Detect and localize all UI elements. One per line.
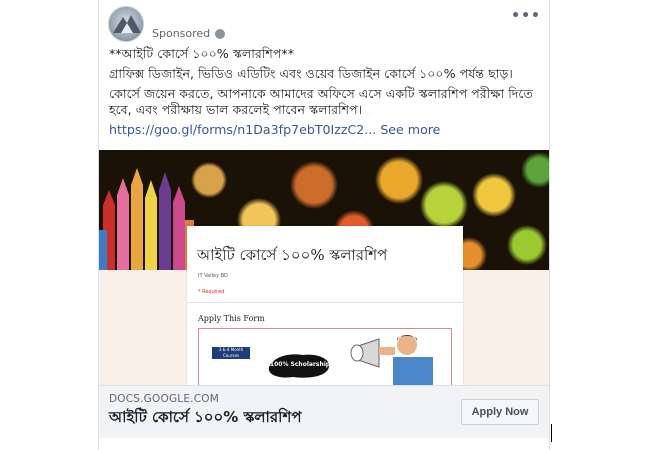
colored-pencils-image <box>99 150 194 270</box>
google-form-preview: আইটি কোর্সে ১০০% স্কলারশিপ IT Valley BD … <box>187 226 463 385</box>
form-banner: 3 & 4 Month Courses 100% Scholarship <box>198 328 452 385</box>
post-body-line2: কোর্সে জয়েন করতে, আপনাকে আমাদের অফিসে এ… <box>109 86 533 117</box>
form-org-name: IT Valley BD <box>198 273 228 279</box>
see-more-link[interactable]: See more <box>380 122 440 137</box>
link-preview-footer[interactable]: DOCS.GOOGLE.COM আইটি কোর্সে ১০০% স্কলারশ… <box>99 385 549 438</box>
link-domain: DOCS.GOOGLE.COM <box>109 393 219 405</box>
post-link[interactable]: https://goo.gl/forms/n1Da3fp7ebT0IzzC2..… <box>109 122 376 137</box>
apply-now-button[interactable]: Apply Now <box>461 399 539 425</box>
post-header: Sponsored · ••• <box>99 0 549 44</box>
globe-icon[interactable] <box>215 29 225 39</box>
scholarship-text: 100% Scholarship <box>270 361 331 368</box>
post-text: **আইটি কোর্সে ১০০% স্কলারশিপ** গ্রাফিক্স… <box>109 46 543 138</box>
page-avatar[interactable] <box>108 6 144 42</box>
text-cursor <box>551 424 552 442</box>
sponsored-label: Sponsored · <box>152 27 218 40</box>
mountain-logo-icon <box>113 15 141 33</box>
sponsored-post-card: Sponsored · ••• **আইটি কোর্সে ১০০% স্কলা… <box>98 0 550 450</box>
form-title: আইটি কোর্সে ১০০% স্কলারশিপ <box>197 246 388 264</box>
form-required-note: * Required <box>198 289 225 295</box>
post-title-line: **আইটি কোর্সে ১০০% স্কলারশিপ** <box>109 46 295 61</box>
man-with-megaphone-image <box>350 335 433 385</box>
form-apply-heading: Apply This Form <box>198 314 265 323</box>
link-headline[interactable]: আইটি কোর্সে ১০০% স্কলারশিপ <box>109 406 302 431</box>
post-link-row: https://goo.gl/forms/n1Da3fp7ebT0IzzC2..… <box>109 122 543 138</box>
course-badge: 3 & 4 Month Courses <box>212 347 250 359</box>
scholarship-splash: 100% Scholarship <box>268 354 331 378</box>
ad-image[interactable]: আইটি কোর্সে ১০০% স্কলারশিপ IT Valley BD … <box>99 150 549 385</box>
post-body-line1: গ্রাফিক্স ডিজাইন, ভিডিও এডিটিং এবং ওয়েব… <box>109 66 513 81</box>
more-options-icon[interactable]: ••• <box>511 8 541 24</box>
form-divider <box>187 302 463 303</box>
